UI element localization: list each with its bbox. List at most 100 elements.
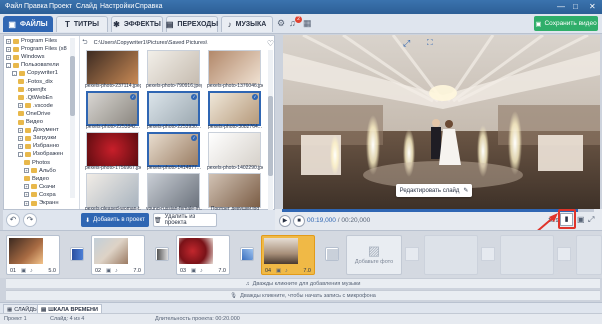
tab-transitions[interactable]: ▤ ПЕРЕХОДЫ [166, 16, 218, 32]
expand-icon[interactable]: + [6, 38, 11, 44]
edit-slide-button[interactable]: Редактировать слайд ✎ [396, 184, 472, 197]
image-thumbnail[interactable] [208, 50, 261, 85]
collapse-icon[interactable]: - [6, 62, 11, 68]
tree-item[interactable]: Видео [24, 176, 49, 182]
tab-music[interactable]: ♪ МУЗЫКА [221, 16, 273, 32]
expand-icon[interactable]: + [18, 127, 23, 133]
add-photo-placeholder[interactable]: ▨ Добавьте фото [346, 235, 402, 275]
menu-slide[interactable]: Слайд [76, 3, 97, 10]
expand-icon[interactable]: + [24, 184, 29, 190]
play-button[interactable]: ▶ [279, 215, 291, 227]
add-to-project-label: Добавить в проект [93, 217, 145, 223]
tree-item[interactable]: + Загрузки [18, 135, 56, 141]
tree-item[interactable]: - Copywriter1 [12, 70, 58, 76]
expand-icon[interactable]: + [6, 46, 11, 52]
heart-icon[interactable]: ♡ [267, 39, 274, 48]
save-video-button[interactable]: ▣ Сохранить видео [534, 16, 598, 31]
transition-button[interactable] [325, 247, 339, 261]
timeline-slide-selected[interactable]: 04 ▣ ♪ 7.0 [261, 235, 315, 275]
fullscreen-preview-icon[interactable]: ⤢ [588, 215, 594, 225]
fullscreen-icon[interactable]: ⛶ [427, 38, 433, 48]
expand-icon[interactable]: + [18, 103, 23, 109]
tree-item[interactable]: + Экранн [24, 200, 59, 206]
remove-from-project-button[interactable]: 🗑 Удалить из проекта [153, 213, 217, 227]
image-thumbnail[interactable] [86, 132, 139, 167]
timeline-slide[interactable]: 02 ▣ ♪ 7.0 [91, 235, 145, 275]
grid-scrollbar-thumb[interactable] [268, 96, 273, 176]
tree-item[interactable]: .QtWebEn [18, 95, 53, 101]
image-thumbnail[interactable] [147, 50, 200, 85]
image-thumbnail[interactable] [86, 50, 139, 85]
expand-icon[interactable]: ⤢ [403, 38, 410, 49]
back-arrow-icon[interactable]: ⮌ [82, 38, 88, 49]
image-thumbnail[interactable]: ✓ [208, 91, 261, 126]
tree-item-label: OneDrive [26, 110, 51, 117]
transition-button[interactable] [155, 247, 169, 261]
tree-item[interactable]: Видео [18, 119, 43, 125]
tree-item[interactable]: + .vscode [18, 103, 53, 109]
stop-button[interactable]: ■ [293, 215, 305, 227]
tree-item[interactable]: OneDrive [18, 111, 50, 117]
image-thumbnail[interactable] [86, 173, 139, 208]
tree-item[interactable]: .Fotos_dix [18, 79, 53, 85]
tree-item[interactable]: .openjfx [18, 87, 46, 93]
music-track[interactable]: ♫ Дважды кликните для добавления музыки [6, 278, 600, 288]
music-note-icon: ♫ [245, 280, 250, 287]
tab-titles[interactable]: T ТИТРЫ [56, 16, 108, 32]
snapshot-icon[interactable]: ▣ [577, 215, 585, 224]
image-placeholder-icon: ▨ [367, 243, 381, 258]
tree-scrollbar-thumb[interactable] [70, 56, 75, 116]
expand-icon[interactable]: + [18, 135, 23, 141]
menu-settings[interactable]: Настройки [100, 3, 134, 10]
expand-icon[interactable]: + [24, 192, 29, 198]
menu-file[interactable]: Файл [5, 3, 22, 10]
transition-button[interactable] [70, 247, 84, 261]
voice-track[interactable]: 🎙 Дважды кликните, чтобы начать запись с… [6, 290, 600, 300]
image-thumbnail[interactable]: ✓ [147, 91, 200, 126]
menu-project[interactable]: Проект [49, 3, 72, 10]
slide-number: 01 [10, 268, 17, 274]
expand-icon[interactable]: + [24, 168, 29, 174]
microphone-icon: 🎙 [230, 292, 238, 299]
image-thumbnail[interactable]: ✓ [86, 91, 139, 126]
tab-files[interactable]: ▣ ФАЙЛЫ [3, 16, 53, 32]
undo-button[interactable]: ↶ [6, 213, 20, 227]
tree-item[interactable]: + Альбо [24, 168, 56, 174]
menu-edit[interactable]: Правка [24, 3, 48, 10]
folder-icon [13, 54, 19, 60]
cart-icon[interactable]: ▦ [303, 18, 312, 29]
add-to-project-button[interactable]: ⬇ Добавить в проект [81, 213, 149, 227]
image-thumbnail[interactable] [208, 173, 261, 208]
timeline-slide[interactable]: 03 ▣ ♪ 7.0 [176, 235, 230, 275]
image-thumbnail[interactable] [147, 173, 200, 208]
tree-item[interactable]: + Избранно [18, 143, 59, 149]
check-icon: ✓ [191, 135, 197, 141]
path-bar: ⮌ C:\Users\Copywriter1\Pictures\Saved Pi… [82, 38, 274, 48]
menu-help[interactable]: Справка [135, 3, 162, 10]
transition-button[interactable] [240, 247, 254, 261]
minimize-button[interactable]: — [557, 2, 565, 11]
maximize-button[interactable]: □ [573, 2, 578, 11]
redo-button[interactable]: ↷ [23, 213, 37, 227]
expand-icon[interactable]: + [6, 54, 11, 60]
tree-item[interactable]: + Windows [6, 54, 45, 60]
tree-item[interactable]: - Изображен [18, 151, 63, 157]
tree-item[interactable]: + Program Files [6, 38, 57, 44]
tree-item[interactable]: + Program Files (x8 [6, 46, 67, 52]
tree-item[interactable]: + Скачи [24, 184, 55, 190]
tab-effects[interactable]: ✱ ЭФФЕКТЫ [111, 16, 163, 32]
close-button[interactable]: ✕ [589, 2, 596, 11]
timeline-slide[interactable]: 01 ▣ ♪ 5.0 [6, 235, 60, 275]
tree-item[interactable]: Photos [24, 160, 50, 166]
collapse-icon[interactable]: - [12, 70, 17, 76]
expand-icon[interactable]: + [18, 143, 23, 149]
tree-item[interactable]: + Документ [18, 127, 59, 133]
expand-icon[interactable]: + [24, 200, 29, 206]
image-thumbnail[interactable] [208, 132, 261, 167]
tree-item[interactable]: + Сохра [24, 192, 56, 198]
transition-icon [157, 249, 168, 260]
image-thumbnail[interactable]: ✓ [147, 132, 200, 167]
tree-item[interactable]: - Пользователи [6, 62, 59, 68]
gear-icon[interactable]: ⚙ [277, 18, 285, 29]
collapse-icon[interactable]: - [18, 151, 23, 157]
